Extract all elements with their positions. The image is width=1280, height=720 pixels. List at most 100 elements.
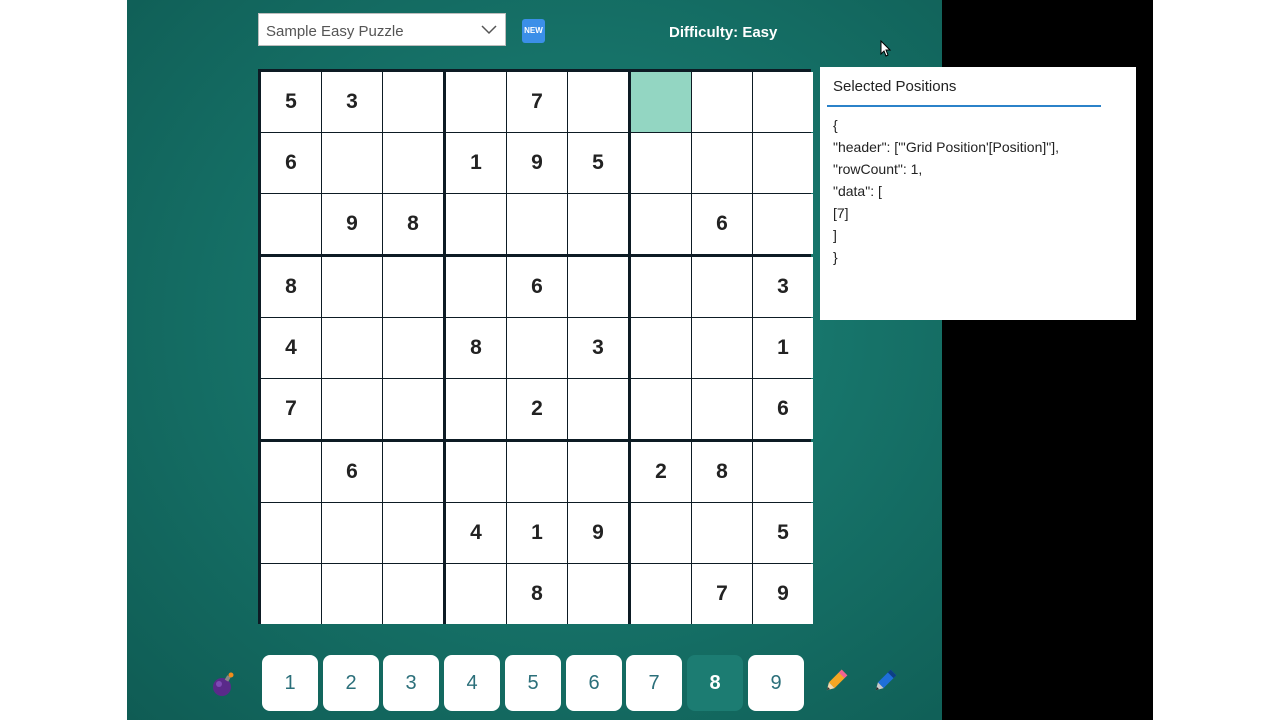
number-button-3[interactable]: 3 — [383, 655, 439, 711]
sudoku-cell-r3c6[interactable] — [568, 194, 628, 254]
sudoku-cell-r4c9[interactable]: 3 — [753, 257, 813, 317]
new-puzzle-icon[interactable]: NEW — [522, 19, 545, 43]
sudoku-cell-r3c9[interactable] — [753, 194, 813, 254]
panel-title: Selected Positions — [833, 78, 957, 95]
chevron-down-icon — [481, 25, 497, 35]
sudoku-cell-r7c3[interactable] — [383, 442, 443, 502]
sudoku-cell-r4c5[interactable]: 6 — [507, 257, 567, 317]
puzzle-select-value: Sample Easy Puzzle — [266, 23, 404, 40]
sudoku-cell-r6c4[interactable] — [446, 379, 506, 439]
sudoku-cell-r3c8[interactable]: 6 — [692, 194, 752, 254]
sudoku-cell-r1c8[interactable] — [692, 72, 752, 132]
sudoku-cell-r8c6[interactable]: 9 — [568, 503, 628, 563]
number-button-4[interactable]: 4 — [444, 655, 500, 711]
sudoku-cell-r9c6[interactable] — [568, 564, 628, 624]
sudoku-cell-r7c6[interactable] — [568, 442, 628, 502]
sudoku-cell-r5c7[interactable] — [631, 318, 691, 378]
sudoku-cell-r2c4[interactable]: 1 — [446, 133, 506, 193]
sudoku-cell-r9c2[interactable] — [322, 564, 382, 624]
sudoku-cell-r5c5[interactable] — [507, 318, 567, 378]
json-output: { "header": ["'Grid Position'[Position]"… — [833, 117, 1059, 265]
pencil-icon[interactable] — [822, 667, 850, 700]
pen-icon[interactable] — [871, 667, 899, 700]
number-button-7[interactable]: 7 — [626, 655, 682, 711]
sudoku-cell-r8c3[interactable] — [383, 503, 443, 563]
sudoku-cell-r9c3[interactable] — [383, 564, 443, 624]
sudoku-cell-r2c1[interactable]: 6 — [261, 133, 321, 193]
sudoku-cell-r4c4[interactable] — [446, 257, 506, 317]
sudoku-cell-r7c2[interactable]: 6 — [322, 442, 382, 502]
sudoku-cell-r1c5[interactable]: 7 — [507, 72, 567, 132]
sudoku-cell-r7c5[interactable] — [507, 442, 567, 502]
sudoku-cell-r7c8[interactable]: 8 — [692, 442, 752, 502]
sudoku-cell-r2c3[interactable] — [383, 133, 443, 193]
sudoku-cell-r2c6[interactable]: 5 — [568, 133, 628, 193]
sudoku-cell-r7c9[interactable] — [753, 442, 813, 502]
sudoku-cell-r1c4[interactable] — [446, 72, 506, 132]
sudoku-cell-r9c4[interactable] — [446, 564, 506, 624]
sudoku-cell-r4c1[interactable]: 8 — [261, 257, 321, 317]
sudoku-cell-r4c3[interactable] — [383, 257, 443, 317]
sudoku-cell-r5c9[interactable]: 1 — [753, 318, 813, 378]
sudoku-cell-r8c2[interactable] — [322, 503, 382, 563]
sudoku-cell-r8c9[interactable]: 5 — [753, 503, 813, 563]
puzzle-select[interactable]: Sample Easy Puzzle — [258, 13, 506, 46]
sudoku-cell-r1c1[interactable]: 5 — [261, 72, 321, 132]
sudoku-cell-r2c8[interactable] — [692, 133, 752, 193]
sudoku-cell-r8c7[interactable] — [631, 503, 691, 563]
sudoku-cell-r7c1[interactable] — [261, 442, 321, 502]
sudoku-cell-r3c5[interactable] — [507, 194, 567, 254]
sudoku-cell-r5c6[interactable]: 3 — [568, 318, 628, 378]
sudoku-cell-r6c2[interactable] — [322, 379, 382, 439]
sudoku-cell-r6c9[interactable]: 6 — [753, 379, 813, 439]
number-button-1[interactable]: 1 — [262, 655, 318, 711]
sudoku-cell-r8c5[interactable]: 1 — [507, 503, 567, 563]
sudoku-cell-r9c9[interactable]: 9 — [753, 564, 813, 624]
sudoku-cell-r9c7[interactable] — [631, 564, 691, 624]
sudoku-cell-r2c7[interactable] — [631, 133, 691, 193]
sudoku-cell-r5c8[interactable] — [692, 318, 752, 378]
sudoku-cell-r5c4[interactable]: 8 — [446, 318, 506, 378]
sudoku-cell-r5c1[interactable]: 4 — [261, 318, 321, 378]
sudoku-cell-r3c4[interactable] — [446, 194, 506, 254]
sudoku-cell-r1c7[interactable] — [631, 72, 691, 132]
sudoku-cell-r9c5[interactable]: 8 — [507, 564, 567, 624]
sudoku-cell-r4c2[interactable] — [322, 257, 382, 317]
sudoku-cell-r4c7[interactable] — [631, 257, 691, 317]
number-button-2[interactable]: 2 — [323, 655, 379, 711]
bomb-icon[interactable] — [211, 672, 237, 703]
sudoku-cell-r6c1[interactable]: 7 — [261, 379, 321, 439]
sudoku-cell-r5c3[interactable] — [383, 318, 443, 378]
sudoku-cell-r8c8[interactable] — [692, 503, 752, 563]
number-button-9[interactable]: 9 — [748, 655, 804, 711]
sudoku-cell-r1c6[interactable] — [568, 72, 628, 132]
sudoku-cell-r3c2[interactable]: 9 — [322, 194, 382, 254]
number-button-8[interactable]: 8 — [687, 655, 743, 711]
sudoku-cell-r3c7[interactable] — [631, 194, 691, 254]
sudoku-cell-r6c6[interactable] — [568, 379, 628, 439]
sudoku-cell-r6c5[interactable]: 2 — [507, 379, 567, 439]
number-button-6[interactable]: 6 — [566, 655, 622, 711]
sudoku-cell-r8c1[interactable] — [261, 503, 321, 563]
sudoku-cell-r2c2[interactable] — [322, 133, 382, 193]
sudoku-cell-r1c9[interactable] — [753, 72, 813, 132]
sudoku-cell-r3c3[interactable]: 8 — [383, 194, 443, 254]
sudoku-cell-r6c8[interactable] — [692, 379, 752, 439]
mouse-cursor-icon — [880, 40, 892, 57]
sudoku-cell-r4c8[interactable] — [692, 257, 752, 317]
sudoku-cell-r5c2[interactable] — [322, 318, 382, 378]
sudoku-cell-r1c3[interactable] — [383, 72, 443, 132]
sudoku-cell-r8c4[interactable]: 4 — [446, 503, 506, 563]
sudoku-cell-r9c8[interactable]: 7 — [692, 564, 752, 624]
sudoku-cell-r1c2[interactable]: 3 — [322, 72, 382, 132]
sudoku-cell-r3c1[interactable] — [261, 194, 321, 254]
number-button-5[interactable]: 5 — [505, 655, 561, 711]
sudoku-cell-r6c7[interactable] — [631, 379, 691, 439]
sudoku-cell-r6c3[interactable] — [383, 379, 443, 439]
sudoku-cell-r9c1[interactable] — [261, 564, 321, 624]
sudoku-cell-r4c6[interactable] — [568, 257, 628, 317]
sudoku-cell-r7c4[interactable] — [446, 442, 506, 502]
sudoku-cell-r2c5[interactable]: 9 — [507, 133, 567, 193]
sudoku-cell-r7c7[interactable]: 2 — [631, 442, 691, 502]
sudoku-cell-r2c9[interactable] — [753, 133, 813, 193]
